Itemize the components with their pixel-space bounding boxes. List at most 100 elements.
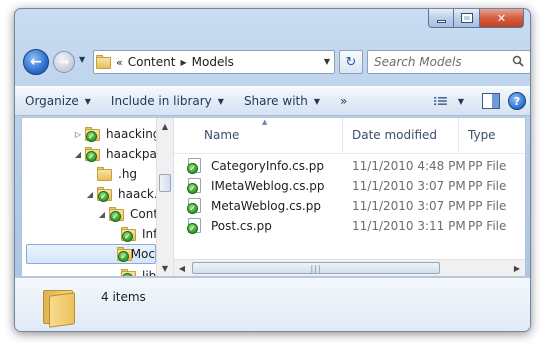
collapse-arrow-icon[interactable]: ◢ (72, 150, 84, 159)
organize-menu[interactable]: Organize ▼ (15, 94, 101, 108)
search-icon (512, 55, 524, 67)
view-dropdown-icon[interactable]: ▼ (458, 97, 464, 106)
include-in-library-menu[interactable]: Include in library ▼ (101, 94, 234, 108)
more-label: » (340, 94, 348, 108)
svn-folder-icon: ✓ (84, 126, 102, 142)
close-button[interactable]: ✕ (480, 9, 524, 28)
breadcrumb-separator-icon[interactable]: ▶ (180, 58, 186, 67)
collapse-arrow-icon[interactable]: ◢ (96, 210, 108, 219)
column-divider[interactable] (458, 118, 459, 154)
scroll-up-icon[interactable]: ▲ (157, 118, 173, 134)
file-list-horizontal-scrollbar[interactable]: ◀ ||| ▶ (174, 259, 525, 276)
scroll-right-icon[interactable]: ▶ (509, 260, 525, 276)
svn-file-icon: ✓ (187, 158, 201, 174)
column-type[interactable]: Type (460, 118, 496, 154)
svn-folder-icon: ✓ (96, 186, 114, 202)
details-view-icon (434, 96, 447, 106)
search-input[interactable]: Search Models (367, 50, 530, 74)
scrollbar-thumb[interactable]: ||| (192, 262, 440, 274)
expand-arrow-icon[interactable]: ▷ (72, 130, 84, 139)
address-overflow-chevron[interactable]: « (116, 56, 123, 69)
recent-pages-dropdown[interactable]: ▼ (79, 55, 85, 64)
breadcrumb-models[interactable]: Models (192, 55, 234, 69)
svn-folder-icon: ✓ (108, 206, 126, 222)
tree-item-label: Moc (130, 247, 155, 261)
minimize-button[interactable] (428, 9, 454, 28)
large-folder-icon (43, 286, 77, 328)
forward-arrow-icon: → (58, 55, 70, 69)
preview-pane-icon[interactable] (482, 93, 500, 109)
file-row[interactable]: ✓ Post.cs.pp 11/1/2010 3:11 PM PP File (174, 216, 525, 236)
svn-file-icon: ✓ (187, 198, 201, 214)
back-arrow-icon: ← (30, 54, 42, 70)
folder-icon (94, 51, 114, 73)
column-divider[interactable] (342, 118, 343, 154)
chevron-down-icon: ▼ (84, 96, 91, 106)
more-commands-button[interactable]: » (330, 94, 357, 108)
details-pane: 4 items (15, 277, 530, 331)
svn-folder-icon: ✓ (116, 246, 133, 262)
file-row[interactable]: ✓ MetaWeblog.cs.pp 11/1/2010 3:07 PM PP … (174, 196, 525, 216)
tree-item-selected[interactable]: ✓ Moc (26, 244, 156, 264)
minimize-icon (436, 19, 446, 23)
address-bar[interactable]: « Content ▶ Models ▼ (93, 50, 335, 74)
file-list: ▲ Name Date modified Type ✓ CategoryInfo… (174, 118, 525, 276)
column-header-row: ▲ Name Date modified Type (174, 118, 525, 154)
file-date: 11/1/2010 3:07 PM (352, 199, 466, 213)
breadcrumb-content[interactable]: Content (128, 55, 176, 69)
organize-label: Organize (25, 94, 79, 108)
scrollbar-thumb[interactable] (159, 174, 171, 192)
column-date-modified[interactable]: Date modified (344, 118, 437, 154)
explorer-window: ✕ ← → ▼ « Content ▶ Models ▼ ↻ Search Mo… (14, 8, 531, 332)
tree-vertical-scrollbar[interactable]: ▲ ▼ (156, 118, 173, 276)
svn-folder-icon: ✓ (84, 146, 102, 162)
svn-file-icon: ✓ (187, 218, 201, 234)
change-view-button[interactable]: ▼ (434, 90, 464, 112)
chevron-down-icon: ▼ (313, 96, 320, 106)
scroll-left-icon[interactable]: ◀ (174, 260, 190, 276)
share-with-menu[interactable]: Share with ▼ (234, 94, 330, 108)
maximize-icon (460, 13, 473, 23)
tree-item[interactable]: ▷ ✓ haackingr (72, 124, 165, 144)
tree-item[interactable]: ◢ ✓ Conte (96, 204, 165, 224)
file-type: PP File (468, 219, 507, 233)
column-type-label: Type (468, 128, 496, 142)
file-date: 11/1/2010 3:07 PM (352, 179, 466, 193)
file-row[interactable]: ✓ CategoryInfo.cs.pp 11/1/2010 4:48 PM P… (174, 156, 525, 176)
back-button[interactable]: ← (23, 49, 49, 75)
tree-item[interactable]: ◢ ✓ haackpac (72, 144, 163, 164)
tree-item-label: .hg (118, 167, 138, 181)
navigation-bar: ← → ▼ « Content ▶ Models ▼ ↻ Search Mode… (21, 47, 530, 77)
tree-item-label: haackpac (106, 147, 164, 161)
command-bar: Organize ▼ Include in library ▼ Share with… (15, 86, 530, 116)
collapse-arrow-icon[interactable]: ◢ (84, 190, 96, 199)
scroll-down-icon[interactable]: ▼ (157, 260, 173, 276)
column-name[interactable]: Name (196, 118, 239, 154)
tree-item[interactable]: ◢ ✓ haack.n (84, 184, 165, 204)
tree-item[interactable]: .hg (84, 164, 137, 184)
tree-item[interactable]: ✓ lib (108, 266, 156, 276)
refresh-icon: ↻ (345, 54, 357, 70)
address-dropdown-icon[interactable]: ▼ (324, 57, 330, 66)
file-date: 11/1/2010 4:48 PM (352, 159, 466, 173)
column-name-label: Name (204, 128, 240, 142)
folder-icon (96, 166, 114, 182)
sort-ascending-icon: ▲ (262, 118, 268, 126)
include-in-library-label: Include in library (110, 94, 212, 108)
file-type: PP File (468, 179, 507, 193)
forward-button[interactable]: → (53, 51, 75, 73)
chevron-down-icon: ▼ (217, 96, 224, 106)
help-icon[interactable]: ? (508, 92, 526, 110)
refresh-button[interactable]: ↻ (339, 50, 363, 74)
maximize-button[interactable] (454, 9, 480, 28)
item-count: 4 items (101, 290, 146, 304)
tree-item-label: lib (142, 269, 157, 276)
svn-folder-icon: ✓ (120, 226, 138, 242)
file-type: PP File (468, 199, 507, 213)
main-area: ▷ ✓ haackingr ◢ ✓ haackpac .hg ◢ ✓ haack… (21, 117, 526, 277)
file-name: CategoryInfo.cs.pp (211, 159, 325, 173)
close-icon: ✕ (496, 11, 507, 25)
search-placeholder: Search Models (374, 55, 462, 69)
file-name: MetaWeblog.cs.pp (211, 199, 321, 213)
file-row[interactable]: ✓ IMetaWeblog.cs.pp 11/1/2010 3:07 PM PP… (174, 176, 525, 196)
